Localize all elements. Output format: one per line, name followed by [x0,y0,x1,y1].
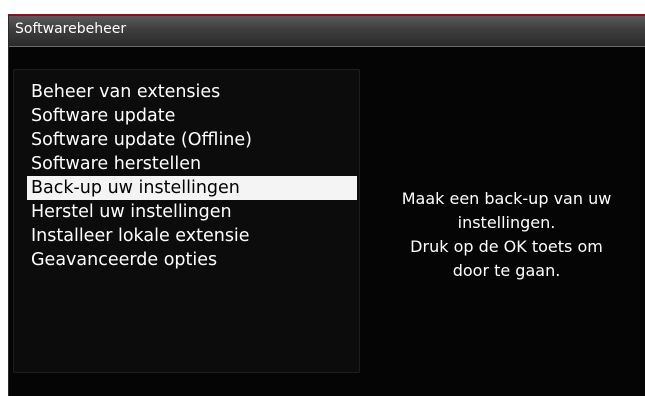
menu-item-beheer-van-extensies[interactable]: Beheer van extensies [27,80,357,104]
menu-item-geavanceerde-opties[interactable]: Geavanceerde opties [27,248,357,272]
menu-item-software-update[interactable]: Software update [27,104,357,128]
window-title: Softwarebeheer [15,21,127,37]
help-text-line: instellingen. [457,213,556,232]
menu-item-software-herstellen[interactable]: Software herstellen [27,152,357,176]
tv-menu-window: Softwarebeheer Beheer van extensies Soft… [8,14,645,396]
help-text-line: Maak een back-up van uw [401,189,612,208]
screen: Softwarebeheer Beheer van extensies Soft… [0,0,645,396]
menu-list: Beheer van extensies Software update Sof… [27,80,357,272]
help-text-panel: Maak een back-up van uw instellingen. Dr… [374,187,639,283]
menu-item-installeer-lokale-extensie[interactable]: Installeer lokale extensie [27,224,357,248]
menu-item-software-update-offline[interactable]: Software update (Offline) [27,128,357,152]
menu-panel: Beheer van extensies Software update Sof… [13,69,360,373]
title-bar: Softwarebeheer [9,16,645,47]
menu-item-back-up-instellingen[interactable]: Back-up uw instellingen [27,176,357,200]
menu-content: Beheer van extensies Software update Sof… [9,47,645,396]
menu-item-herstel-instellingen[interactable]: Herstel uw instellingen [27,200,357,224]
help-text-line: door te gaan. [452,261,561,280]
help-text-line: Druk op de OK toets om [410,237,603,256]
